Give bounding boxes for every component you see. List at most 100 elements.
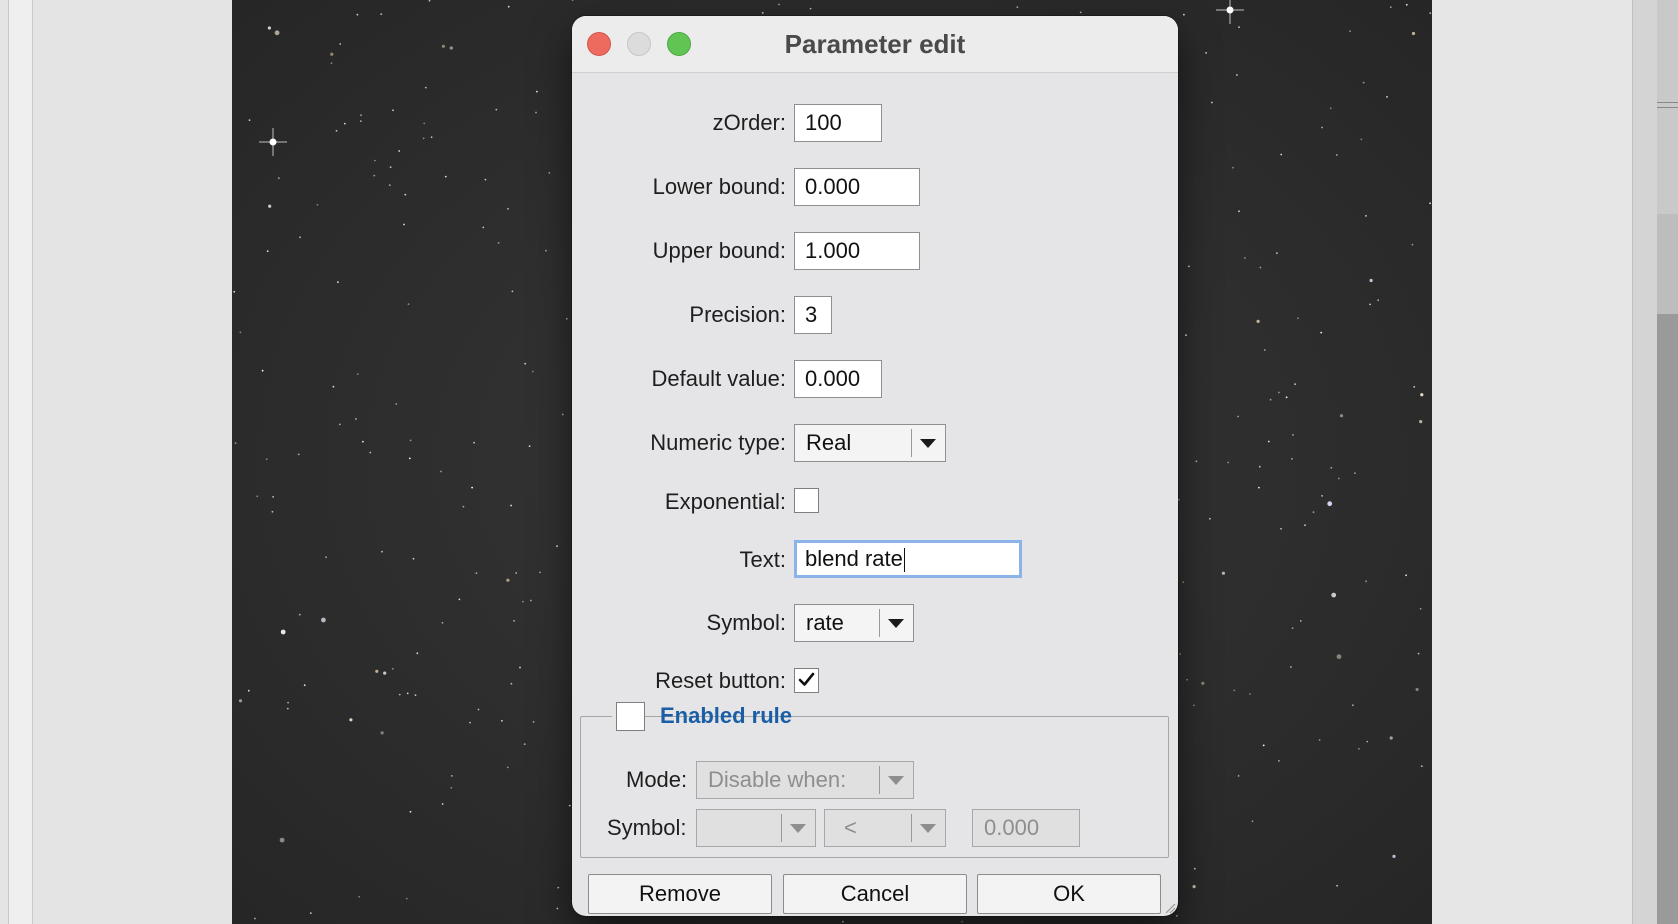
star [303, 684, 306, 687]
zorder-label: zOrder: [712, 110, 786, 135]
enabled-rule-checkbox[interactable] [616, 702, 645, 731]
numeric-type-value: Real [806, 430, 852, 455]
star [1256, 319, 1260, 323]
star [256, 495, 259, 498]
star [247, 689, 250, 692]
star [475, 572, 478, 574]
star [1185, 334, 1187, 337]
star [1336, 884, 1338, 887]
star [265, 458, 268, 461]
reset-button-label: Reset button: [655, 668, 786, 693]
right-side-tab [1657, 214, 1678, 314]
rule-operator-select[interactable]: < [824, 809, 946, 847]
star [1258, 486, 1260, 489]
numeric-type-select[interactable]: Real [794, 424, 946, 462]
ok-button[interactable]: OK [977, 874, 1161, 914]
text-caret [903, 548, 906, 573]
star [408, 457, 411, 460]
star [471, 486, 473, 489]
resize-grip-icon[interactable] [1162, 900, 1176, 914]
star [1417, 652, 1420, 655]
star [497, 242, 500, 244]
star [316, 204, 319, 206]
star [522, 600, 524, 603]
mode-select[interactable]: Disable when: [696, 761, 914, 799]
star [1263, 349, 1266, 351]
star [531, 370, 534, 373]
star [388, 184, 391, 187]
star [539, 571, 541, 574]
star [1195, 460, 1198, 463]
star [325, 556, 327, 559]
star [287, 701, 289, 704]
star [449, 46, 453, 50]
reset-button-checkbox[interactable] [794, 668, 819, 693]
combo-divider [911, 814, 912, 842]
star [1193, 867, 1196, 870]
star [391, 668, 394, 670]
star [338, 423, 341, 426]
star [462, 505, 465, 508]
star [1335, 154, 1338, 156]
star [356, 13, 359, 16]
text-field-value: blend rate [805, 546, 903, 571]
right-scroll-strip [1632, 0, 1658, 924]
star [1360, 138, 1363, 141]
chevron-down-icon[interactable] [783, 810, 813, 846]
star [1358, 747, 1360, 750]
chevron-down-icon[interactable] [881, 605, 911, 641]
star [1389, 6, 1392, 9]
text-field[interactable]: blend rate [794, 540, 1022, 578]
star [395, 403, 398, 405]
left-panel [0, 0, 232, 924]
star [405, 897, 408, 900]
star [535, 111, 537, 114]
exponential-checkbox[interactable] [794, 488, 819, 513]
chevron-down-icon[interactable] [913, 810, 943, 846]
combo-divider [879, 609, 880, 637]
bright-star [259, 128, 287, 156]
chevron-down-icon[interactable] [881, 762, 911, 798]
rule-symbol-select[interactable] [696, 809, 816, 847]
star [1285, 396, 1288, 399]
star [510, 504, 512, 507]
precision-field[interactable]: 3 [794, 296, 832, 334]
star [1178, 498, 1180, 501]
cancel-button[interactable]: Cancel [783, 874, 967, 914]
remove-button[interactable]: Remove [588, 874, 772, 914]
star [1233, 689, 1236, 692]
star [407, 303, 410, 305]
star [1182, 581, 1185, 584]
star [1377, 299, 1380, 302]
star [1405, 3, 1408, 6]
right-side-divider [1657, 102, 1678, 108]
star [330, 52, 334, 56]
star [1304, 524, 1306, 527]
star [239, 331, 242, 334]
upper-bound-field[interactable]: 1.000 [794, 232, 920, 270]
star [557, 886, 560, 889]
star [267, 26, 271, 30]
star [398, 693, 401, 696]
star [1183, 13, 1185, 16]
chevron-down-icon[interactable] [913, 425, 943, 461]
star [298, 613, 301, 616]
parameter-edit-dialog: Parameter edit zOrder: 100 Lower bound: … [572, 16, 1178, 916]
rule-threshold-field[interactable]: 0.000 [972, 809, 1080, 847]
star [761, 12, 764, 14]
default-value-field[interactable]: 0.000 [794, 360, 882, 398]
zorder-field[interactable]: 100 [794, 104, 882, 142]
star [1299, 620, 1302, 622]
lower-bound-label: Lower bound: [652, 174, 786, 199]
lower-bound-field[interactable]: 0.000 [794, 168, 920, 206]
star [1331, 592, 1337, 598]
star [1352, 704, 1354, 707]
star [1420, 393, 1424, 397]
star [1291, 627, 1294, 629]
star [1420, 765, 1423, 767]
text-label: Text: [739, 547, 786, 572]
star [536, 90, 538, 93]
symbol-select[interactable]: rate [794, 604, 914, 642]
star [1205, 52, 1207, 54]
enabled-rule-legend: Enabled rule [612, 700, 792, 732]
